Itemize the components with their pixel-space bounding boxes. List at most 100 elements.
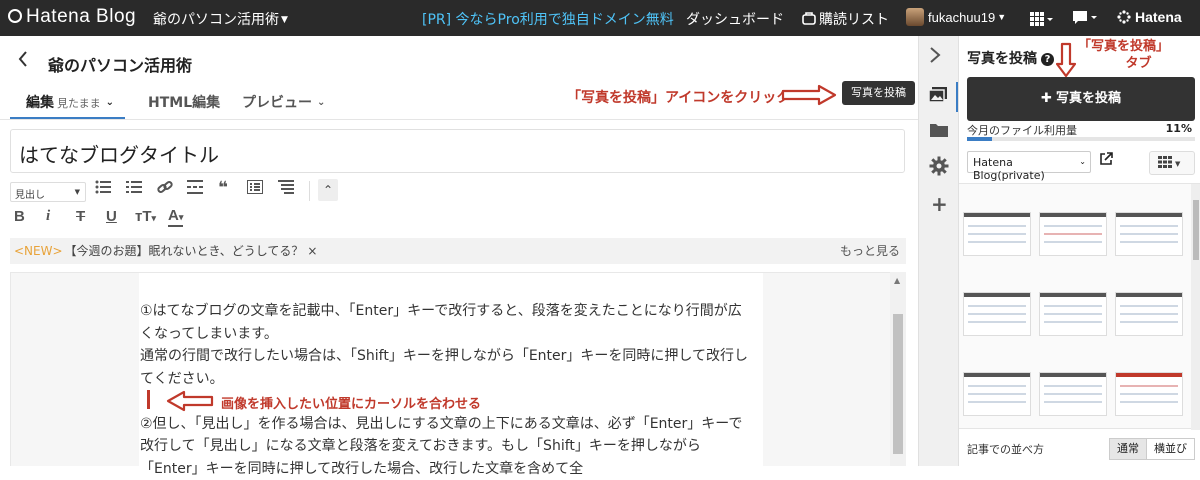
- tab-html-edit[interactable]: HTML編集: [148, 92, 220, 112]
- pro-promo-link[interactable]: [PR] 今ならPro利用で独自ドメイン無料: [422, 9, 674, 29]
- format-toolbar: 見出し▼ ❝ ⌃ B i T U тT▾ A▾: [10, 178, 910, 234]
- upload-photo-button[interactable]: ✚写真を投稿: [967, 77, 1195, 121]
- usage-progress-bar: [967, 137, 1195, 141]
- user-menu[interactable]: fukachuu19▼: [928, 10, 1006, 25]
- chevron-down-icon: ⌄: [317, 97, 325, 108]
- usage-percent: 11%: [1166, 122, 1192, 135]
- photo-thumbnail[interactable]: [1115, 372, 1183, 416]
- annotation-arrow-right-icon: [781, 84, 837, 106]
- photo-thumbnail[interactable]: [1115, 292, 1183, 336]
- folder-icon[interactable]: [929, 122, 949, 143]
- hatena-mark-icon: [1117, 10, 1131, 24]
- weekly-topic-link[interactable]: 【今週のお題】眠れないとき、どうしてる？: [65, 244, 304, 258]
- hatena-blog-logo[interactable]: Hatena Blog: [8, 6, 136, 28]
- paragraph: ②但し、「見出し」を作る場合は、見出しにする文章の上下にある文章は、必ず「Ent…: [140, 413, 750, 480]
- gear-icon[interactable]: [929, 156, 949, 181]
- logo-ring-icon: [8, 9, 22, 23]
- top-bar: Hatena Blog 爺のパソコン活用術▼ [PR] 今ならPro利用で独自ド…: [0, 0, 1200, 36]
- notifications-menu[interactable]: [1072, 10, 1098, 30]
- tooltip-upload-photo: 写真を投稿: [842, 81, 915, 105]
- table-of-contents-icon[interactable]: [278, 180, 294, 198]
- annotation-arrow-left-icon: [166, 390, 214, 412]
- annotation-arrow-down-icon: [1056, 42, 1076, 78]
- header-divider: [0, 119, 918, 120]
- toolbar-divider: [309, 181, 310, 201]
- scroll-up-arrow[interactable]: ▲: [894, 276, 900, 285]
- photo-thumbnail[interactable]: [963, 292, 1031, 336]
- sort-side-by-side-button[interactable]: 横並び: [1147, 438, 1195, 460]
- collapse-panel-chevron-icon[interactable]: [929, 46, 941, 69]
- external-link-icon[interactable]: [1099, 152, 1113, 170]
- link-icon[interactable]: [157, 180, 173, 198]
- bold-icon[interactable]: B: [14, 208, 25, 225]
- plus-icon[interactable]: +: [931, 192, 948, 216]
- back-chevron-icon[interactable]: [18, 51, 28, 72]
- editor-header: 爺のパソコン活用術 編集見たまま⌄ HTML編集 プレビュー⌄: [0, 36, 918, 120]
- text-size-icon[interactable]: тT▾: [135, 208, 156, 225]
- reader-icon: [802, 12, 816, 26]
- chevron-down-icon: ⌄: [106, 97, 114, 108]
- upload-photo-icon[interactable]: [928, 86, 948, 109]
- heading-select[interactable]: 見出し▼: [10, 182, 86, 202]
- collapse-toolbar-button[interactable]: ⌃: [318, 179, 338, 201]
- strikethrough-icon[interactable]: T: [76, 208, 85, 225]
- paragraph: 通常の行間で改行したい場合は、「Shift」キーを押しながら「Enter」キーを…: [140, 345, 750, 390]
- bullet-list-icon[interactable]: [95, 180, 111, 198]
- apps-grid-menu[interactable]: [1030, 11, 1054, 30]
- photo-thumbnail[interactable]: [1039, 292, 1107, 336]
- text-color-icon[interactable]: A▾: [168, 208, 183, 227]
- annotation-cursor-hint: 画像を挿入したい位置にカーソルを合わせる: [221, 393, 481, 412]
- reader-link[interactable]: 購読リスト: [802, 9, 889, 29]
- usage-label: 今月のファイル利用量: [967, 122, 1077, 138]
- editor-scroll-thumb[interactable]: [893, 314, 903, 454]
- panel-title: 写真を投稿?: [967, 48, 1054, 68]
- table-list-icon[interactable]: [247, 180, 263, 198]
- underline-icon[interactable]: U: [106, 208, 117, 225]
- chevron-up-icon: ⌃: [323, 183, 333, 197]
- folder-select[interactable]: Hatena Blog(private)⌄: [967, 151, 1091, 173]
- photo-gallery: [959, 183, 1200, 429]
- tab-preview[interactable]: プレビュー⌄: [242, 92, 325, 112]
- tab-edit[interactable]: 編集見たまま⌄: [26, 92, 114, 112]
- text-cursor: [147, 390, 150, 409]
- caret-down-icon: ▼: [281, 15, 288, 25]
- annotation-tab-hint: 「写真を投稿」タブ: [1078, 38, 1169, 72]
- plus-icon: ✚: [1041, 91, 1052, 106]
- help-icon[interactable]: ?: [1041, 53, 1054, 66]
- photo-thumbnail[interactable]: [1115, 212, 1183, 256]
- italic-icon[interactable]: i: [46, 208, 50, 225]
- photo-thumbnail[interactable]: [963, 372, 1031, 416]
- photo-thumbnail[interactable]: [1039, 212, 1107, 256]
- annotation-click-icon: 「写真を投稿」アイコンをクリック: [567, 87, 790, 107]
- sort-normal-button[interactable]: 通常: [1109, 438, 1147, 460]
- editor-content[interactable]: ①はてなブログの文章を記載中、「Enter」キーで改行すると、段落を変えたことに…: [140, 300, 750, 480]
- caret-down-icon: ▼: [75, 188, 80, 196]
- quote-icon[interactable]: ❝: [218, 178, 228, 198]
- weekly-topic-notice: <NEW>【今週のお題】眠れないとき、どうしてる？× もっと見る: [10, 238, 906, 264]
- entry-title-input[interactable]: はてなブログタイトル: [10, 129, 905, 173]
- numbered-list-icon[interactable]: [126, 180, 142, 198]
- more-break-icon[interactable]: [187, 180, 203, 198]
- gallery-scrollbar[interactable]: [1191, 184, 1200, 430]
- avatar[interactable]: [906, 8, 924, 26]
- photo-thumbnail[interactable]: [1039, 372, 1107, 416]
- view-mode-toggle[interactable]: ▼: [1149, 151, 1195, 175]
- close-icon[interactable]: ×: [307, 244, 317, 258]
- editor-blog-title: 爺のパソコン活用術: [48, 52, 192, 76]
- grid-icon: [1158, 156, 1172, 168]
- chat-bubble-icon: [1072, 10, 1098, 26]
- sort-label: 記事での並べ方: [967, 441, 1044, 457]
- new-badge: <NEW>: [14, 244, 63, 258]
- blog-switcher[interactable]: 爺のパソコン活用術▼: [153, 9, 288, 29]
- grid-icon: [1030, 12, 1054, 26]
- editor-scrollbar[interactable]: ▲: [890, 272, 906, 466]
- photo-upload-panel: 写真を投稿? ✚写真を投稿 今月のファイル利用量 11% Hatena Blog…: [958, 36, 1200, 466]
- chevron-down-icon: ⌄: [1079, 157, 1086, 166]
- hatena-link[interactable]: Hatena: [1117, 9, 1182, 25]
- photo-thumbnail[interactable]: [963, 212, 1031, 256]
- see-more-link[interactable]: もっと見る: [840, 238, 900, 264]
- paragraph: ①はてなブログの文章を記載中、「Enter」キーで改行すると、段落を変えたことに…: [140, 300, 750, 345]
- caret-down-icon: ▼: [1175, 160, 1180, 168]
- gallery-scroll-thumb[interactable]: [1193, 200, 1199, 260]
- dashboard-link[interactable]: ダッシュボード: [686, 9, 784, 29]
